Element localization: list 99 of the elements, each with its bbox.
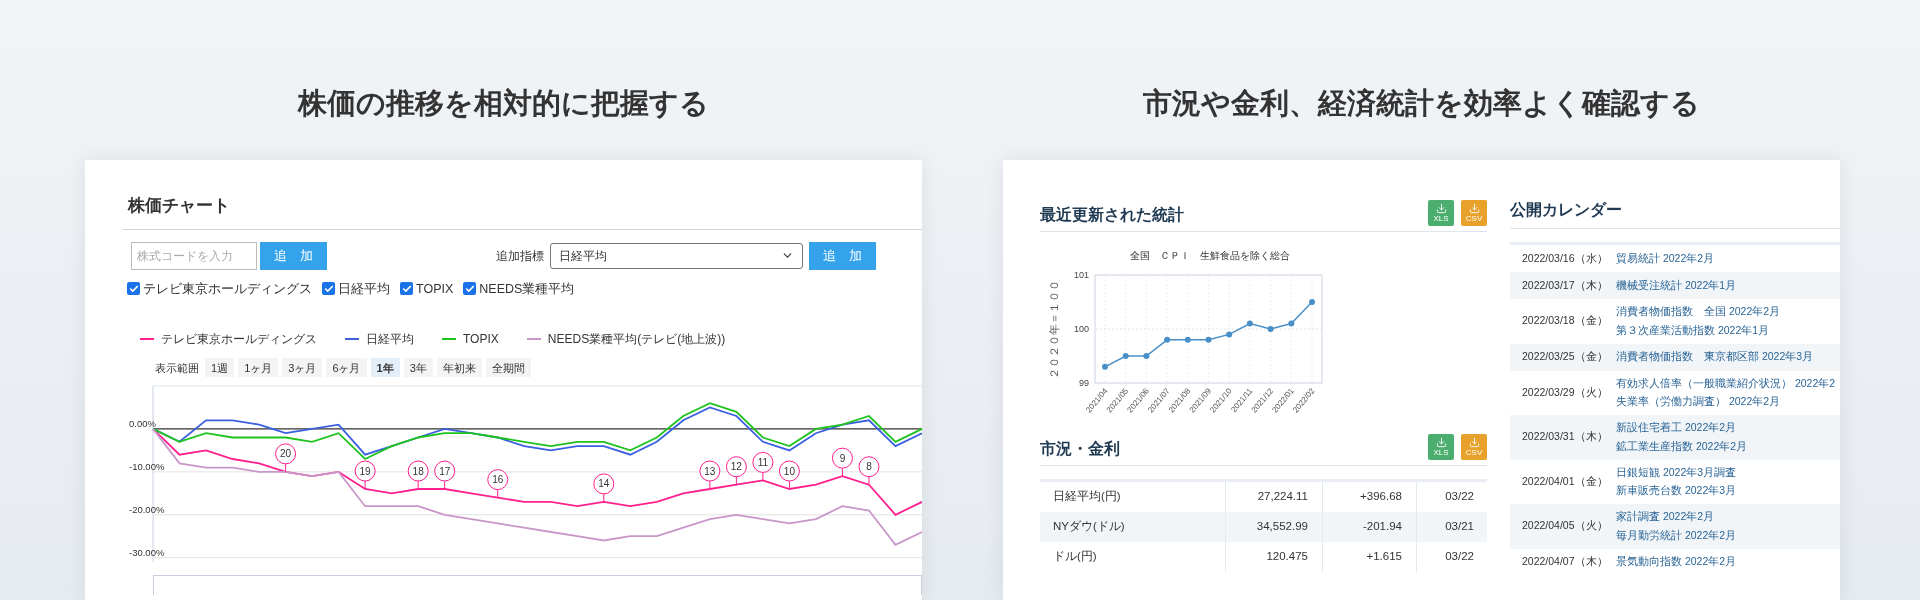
data-point bbox=[1102, 363, 1108, 370]
section-heading: 株価の推移を相対的に把握する bbox=[296, 86, 710, 121]
table-cell: +1.615 bbox=[1323, 542, 1417, 572]
legend-swatch bbox=[140, 338, 154, 341]
annotation: 12 bbox=[730, 461, 743, 473]
calendar-date: 2022/03/16（水） bbox=[1521, 250, 1609, 266]
stock-code-input[interactable]: 株式コードを入力 bbox=[131, 241, 257, 270]
calendar-link[interactable]: 貿易統計 2022年2月 bbox=[1616, 250, 1715, 267]
calendar-date: 2022/04/05（火） bbox=[1521, 518, 1609, 534]
section-heading: 市況や金利、経済統計を効率よく確認する bbox=[1142, 86, 1701, 121]
checkbox[interactable] bbox=[463, 282, 477, 296]
calendar-link[interactable]: 家計調査 2022年2月 bbox=[1616, 509, 1737, 525]
annotation: 17 bbox=[439, 465, 451, 477]
calendar-link[interactable]: 有効求人倍率（一般職業紹介状況） 2022年2 bbox=[1616, 375, 1836, 392]
calendar-date: 2022/03/31（木） bbox=[1521, 429, 1609, 445]
data-point bbox=[1184, 336, 1191, 343]
data-point bbox=[1205, 336, 1212, 343]
y-tick-label: -30.00% bbox=[129, 546, 165, 558]
calendar-date: 2022/03/17（木） bbox=[1521, 277, 1609, 293]
calendar-link[interactable]: 失業率（労働力調査） 2022年2月 bbox=[1616, 394, 1836, 410]
annotation: 11 bbox=[757, 457, 769, 469]
data-point bbox=[1246, 320, 1253, 327]
legend-label: NEEDS業種平均(テレビ(地上波)) bbox=[547, 331, 726, 349]
data-point bbox=[1309, 299, 1315, 305]
section-title: 市況・金利 bbox=[1040, 438, 1120, 459]
calendar-link[interactable]: 消費者物価指数 東京都区部 2022年3月 bbox=[1616, 349, 1814, 365]
legend-label: テレビ東京ホールディングス bbox=[161, 331, 317, 349]
y-tick-label: 101 bbox=[1073, 270, 1089, 280]
annotation: 13 bbox=[704, 465, 716, 477]
legend-swatch bbox=[526, 338, 541, 341]
y-tick-label: -10.00% bbox=[129, 461, 165, 473]
table-cell-text: 03/21 bbox=[1444, 519, 1475, 535]
calendar-link[interactable]: 消費者物価指数 全国 2022年2月 bbox=[1616, 304, 1781, 320]
checkbox-label: 日経平均 bbox=[338, 280, 390, 298]
download-icon bbox=[1468, 203, 1480, 214]
legend-label: TOPIX bbox=[463, 331, 499, 349]
data-point bbox=[1226, 331, 1233, 338]
range-tab[interactable]: 3年 bbox=[403, 358, 433, 378]
calendar-link[interactable]: 新設住宅着工 2022年2月 bbox=[1616, 420, 1748, 436]
checkbox[interactable] bbox=[127, 282, 140, 296]
calendar-date: 2022/03/29（火） bbox=[1521, 384, 1609, 400]
checkbox[interactable] bbox=[322, 282, 335, 296]
calendar-date: 2022/03/18（金） bbox=[1521, 313, 1609, 329]
data-point bbox=[1143, 353, 1150, 359]
data-point bbox=[1164, 336, 1171, 343]
calendar-link[interactable]: 景気動向指数 2022年2月 bbox=[1616, 554, 1737, 570]
y-tick-label: -20.00% bbox=[129, 504, 165, 516]
data-point bbox=[1122, 353, 1129, 359]
data-point bbox=[1288, 320, 1295, 327]
section-title: 公開カレンダー bbox=[1510, 201, 1622, 218]
annotation: 18 bbox=[412, 465, 425, 477]
y-tick-label: 0.00% bbox=[129, 418, 156, 430]
range-tab[interactable]: 年初来 bbox=[436, 358, 482, 378]
download-icon bbox=[1435, 203, 1447, 214]
calendar-link[interactable]: 日銀短観 2022年3月調査 bbox=[1616, 464, 1737, 481]
checkbox-label: NEEDS業種平均 bbox=[479, 280, 575, 298]
range-tab[interactable]: 1年 bbox=[370, 358, 400, 378]
card-title: 株価チャート bbox=[128, 196, 230, 215]
range-tab[interactable]: 1ヶ月 bbox=[238, 358, 279, 378]
download-icon bbox=[1435, 437, 1447, 448]
data-point bbox=[1267, 326, 1274, 332]
checkbox[interactable] bbox=[400, 282, 413, 296]
checkbox-label: テレビ東京ホールディングス bbox=[143, 280, 312, 298]
calendar-link[interactable]: 毎月勤労統計 2022年2月 bbox=[1616, 527, 1737, 544]
annotation: 10 bbox=[783, 465, 796, 477]
calendar-link[interactable]: 鉱工業生産指数 2022年2月 bbox=[1616, 438, 1748, 455]
annotation: 8 bbox=[866, 461, 873, 473]
annotation: 20 bbox=[280, 448, 292, 460]
range-tab[interactable]: 3ヶ月 bbox=[282, 358, 323, 378]
legend-swatch bbox=[442, 338, 456, 341]
y-tick-label: 100 bbox=[1073, 324, 1089, 334]
range-tab[interactable]: 6ヶ月 bbox=[326, 358, 367, 378]
calendar-link[interactable]: 機械受注統計 2022年1月 bbox=[1616, 277, 1737, 294]
indicator-select[interactable]: 日経平均 bbox=[550, 242, 803, 269]
calendar-date: 2022/04/01（金） bbox=[1521, 473, 1609, 489]
annotation: 14 bbox=[598, 478, 610, 490]
chart-title: 全国 ＣＰＩ 生鮮食品を除く総合 bbox=[1130, 250, 1290, 261]
range-tab[interactable]: 1週 bbox=[205, 358, 235, 378]
y-axis-label: ２０２０年＝１００ bbox=[1048, 279, 1060, 379]
range-label: 表示範囲 bbox=[155, 360, 199, 376]
calendar-link[interactable]: 第３次産業活動指数 2022年1月 bbox=[1616, 322, 1781, 339]
annotation: 9 bbox=[839, 452, 846, 464]
section-title: 最近更新された統計 bbox=[1040, 204, 1184, 225]
table-cell-text: 03/22 bbox=[1444, 489, 1475, 505]
checkbox-label: TOPIX bbox=[416, 280, 454, 298]
annotation: 19 bbox=[359, 465, 372, 477]
y-tick-label: 99 bbox=[1079, 378, 1089, 388]
table-cell: 120.475 bbox=[1226, 542, 1323, 572]
table-cell: ドル(円) bbox=[1040, 542, 1226, 572]
calendar-date: 2022/04/07（木） bbox=[1521, 554, 1609, 570]
indicator-label: 追加指標 bbox=[496, 247, 544, 265]
calendar-date: 2022/03/25（金） bbox=[1521, 349, 1609, 365]
download-icon bbox=[1468, 437, 1480, 448]
calendar-link[interactable]: 新車販売台数 2022年3月 bbox=[1616, 483, 1737, 499]
legend-label: 日経平均 bbox=[366, 331, 414, 349]
annotation: 16 bbox=[492, 474, 504, 486]
legend-swatch bbox=[345, 338, 359, 341]
range-tab[interactable]: 全期間 bbox=[485, 358, 531, 378]
table-cell-text: 03/22 bbox=[1444, 549, 1475, 565]
